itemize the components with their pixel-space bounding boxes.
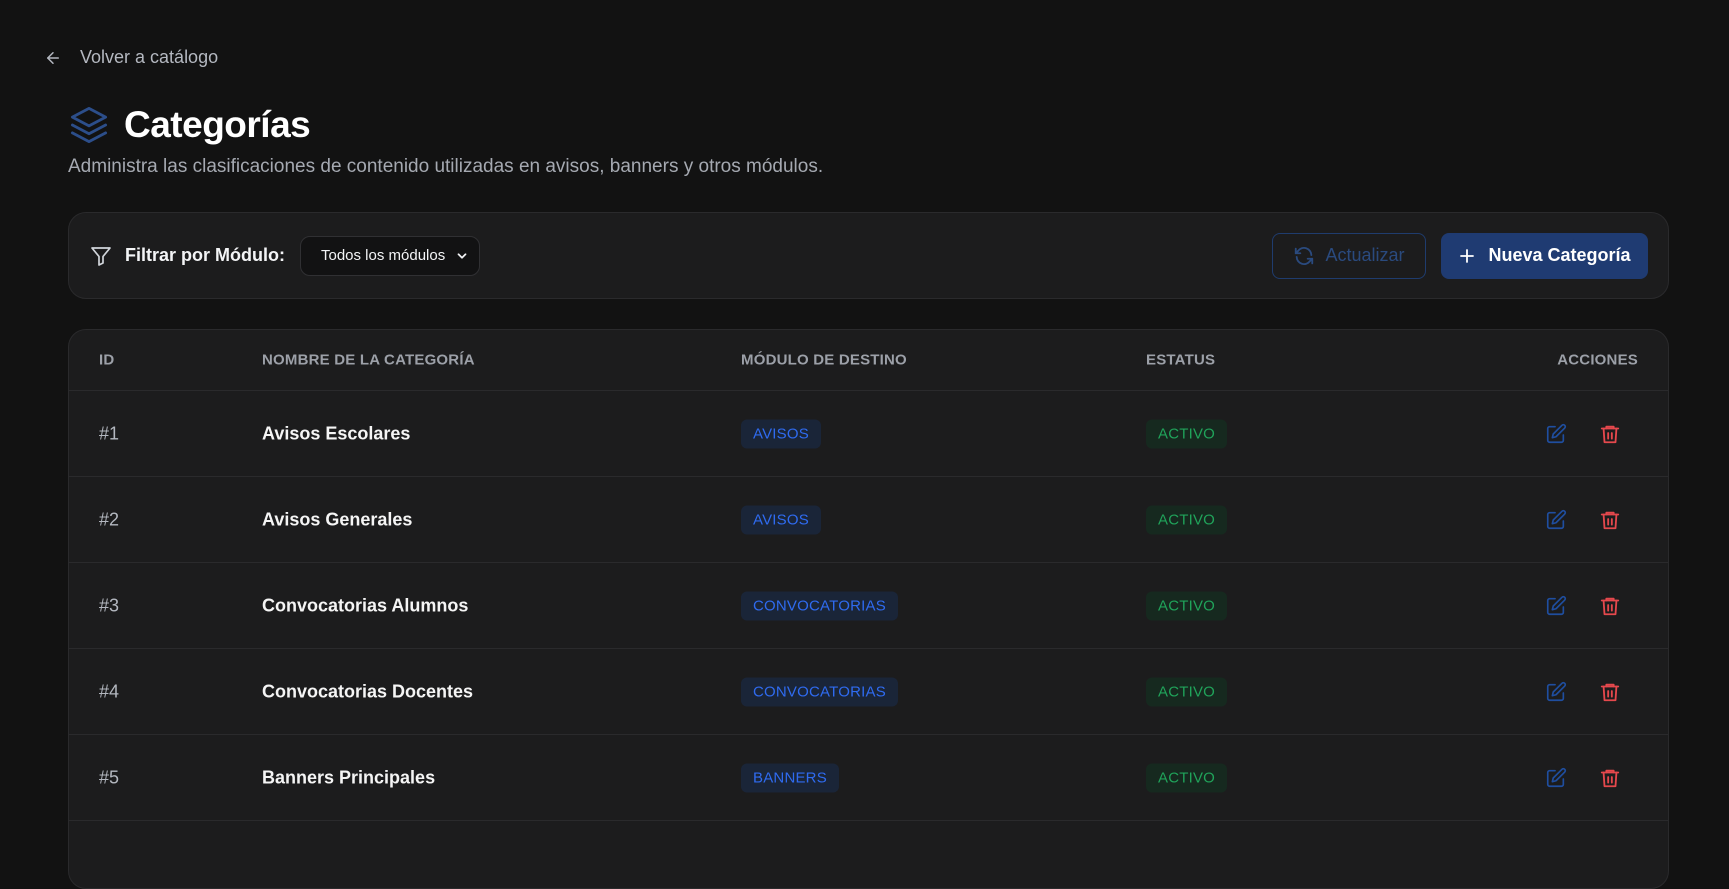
filter-bar: Filtrar por Módulo: Todos los módulos Ac…	[68, 212, 1669, 299]
page-subtitle: Administra las clasificaciones de conten…	[68, 156, 824, 177]
layers-icon	[68, 104, 110, 146]
edit-icon[interactable]	[1545, 595, 1567, 617]
arrow-left-icon	[44, 49, 62, 67]
new-category-button[interactable]: Nueva Categoría	[1441, 232, 1648, 279]
row-actions	[1545, 595, 1621, 617]
module-badge: CONVOCATORIAS	[741, 677, 898, 706]
trash-icon[interactable]	[1599, 509, 1621, 531]
refresh-icon	[1293, 245, 1315, 267]
status-badge: ACTIVO	[1146, 505, 1228, 534]
header-status: ESTATUS	[1146, 351, 1216, 369]
module-badge: BANNERS	[741, 763, 839, 792]
row-id: #4	[99, 681, 120, 701]
row-id: #5	[99, 767, 120, 787]
trash-icon[interactable]	[1599, 767, 1621, 789]
status-badge: ACTIVO	[1146, 763, 1228, 792]
row-actions	[1545, 509, 1621, 531]
module-badge: CONVOCATORIAS	[741, 591, 898, 620]
row-name: Convocatorias Alumnos	[262, 595, 469, 615]
module-filter-select[interactable]: Todos los módulos	[299, 235, 480, 276]
table-row: #5 Banners Principales BANNERS ACTIVO	[69, 735, 1668, 821]
funnel-icon	[89, 244, 113, 268]
filter-label: Filtrar por Módulo:	[125, 245, 285, 265]
table-header: ID NOMBRE DE LA CATEGORÍA MÓDULO DE DEST…	[69, 330, 1668, 391]
header-actions: ACCIONES	[1557, 351, 1638, 369]
back-to-catalog-link[interactable]: Volver a catálogo	[44, 47, 218, 68]
row-actions	[1545, 423, 1621, 445]
page-title: Categorías	[124, 104, 311, 145]
header-module: MÓDULO DE DESTINO	[741, 351, 907, 369]
table-row: #3 Convocatorias Alumnos CONVOCATORIAS A…	[69, 563, 1668, 649]
row-id: #1	[99, 423, 120, 443]
edit-icon[interactable]	[1545, 509, 1567, 531]
header-name: NOMBRE DE LA CATEGORÍA	[262, 351, 475, 369]
row-name: Avisos Generales	[262, 509, 413, 529]
status-badge: ACTIVO	[1146, 591, 1228, 620]
plus-icon	[1458, 247, 1476, 265]
status-badge: ACTIVO	[1146, 419, 1228, 448]
row-name: Banners Principales	[262, 767, 436, 787]
edit-icon[interactable]	[1545, 423, 1567, 445]
categories-table: ID NOMBRE DE LA CATEGORÍA MÓDULO DE DEST…	[68, 329, 1669, 889]
row-actions	[1545, 767, 1621, 789]
table-row: #1 Avisos Escolares AVISOS ACTIVO	[69, 391, 1668, 477]
trash-icon[interactable]	[1599, 595, 1621, 617]
module-filter-value: Todos los módulos	[320, 247, 446, 264]
edit-icon[interactable]	[1545, 767, 1567, 789]
trash-icon[interactable]	[1599, 681, 1621, 703]
row-id: #2	[99, 509, 120, 529]
row-actions	[1545, 681, 1621, 703]
edit-icon[interactable]	[1545, 681, 1567, 703]
module-badge: AVISOS	[741, 419, 821, 448]
page-header: Categorías Administra las clasificacione…	[68, 104, 823, 178]
back-link-label: Volver a catálogo	[80, 47, 219, 67]
header-id: ID	[99, 351, 115, 369]
row-name: Convocatorias Docentes	[262, 681, 474, 701]
row-id: #3	[99, 595, 120, 615]
refresh-button[interactable]: Actualizar	[1272, 232, 1426, 279]
table-row: #2 Avisos Generales AVISOS ACTIVO	[69, 477, 1668, 563]
table-row: #4 Convocatorias Docentes CONVOCATORIAS …	[69, 649, 1668, 735]
trash-icon[interactable]	[1599, 423, 1621, 445]
refresh-label: Actualizar	[1325, 245, 1405, 265]
row-name: Avisos Escolares	[262, 423, 411, 443]
new-category-label: Nueva Categoría	[1488, 245, 1631, 265]
chevron-down-icon	[455, 249, 469, 263]
module-badge: AVISOS	[741, 505, 821, 534]
status-badge: ACTIVO	[1146, 677, 1228, 706]
